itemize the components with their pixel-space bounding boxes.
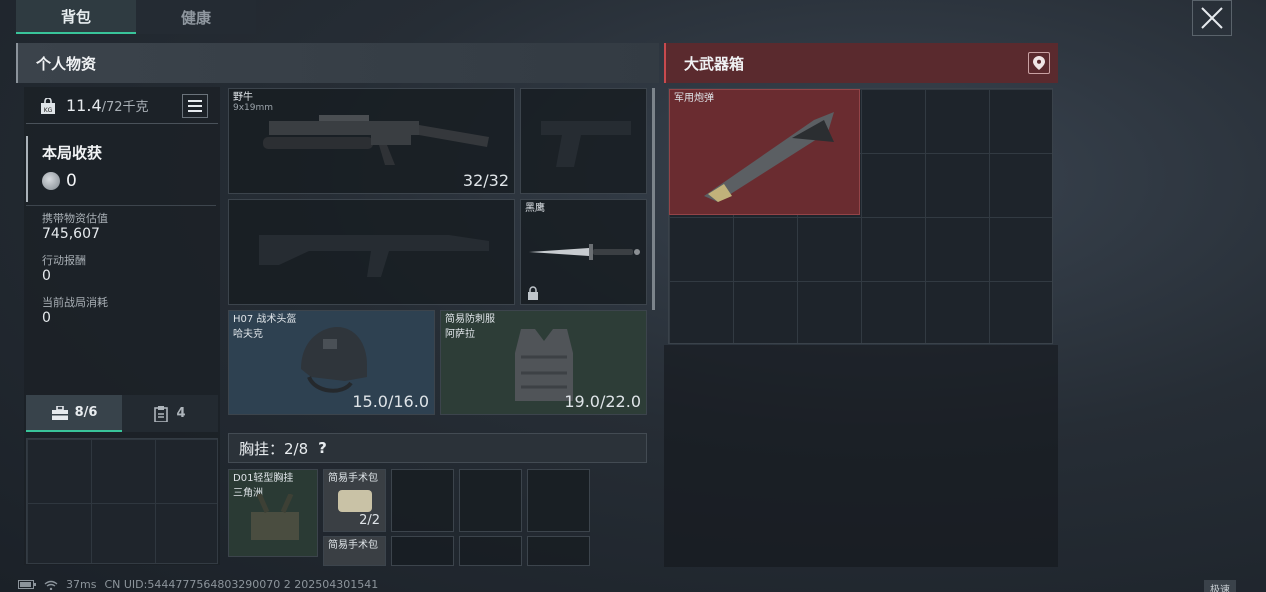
- weapon-crate-header: 大武器箱: [664, 43, 1058, 83]
- close-button[interactable]: [1192, 0, 1232, 36]
- weight-value: 11.4: [66, 96, 102, 115]
- armor-name: 简易防刺服: [445, 314, 495, 325]
- personal-supplies-header: 个人物资: [16, 43, 659, 83]
- smg-icon: [263, 115, 489, 165]
- crate-item[interactable]: 军用炮弹: [669, 89, 860, 215]
- scrollbar[interactable]: [652, 88, 655, 310]
- tab-health[interactable]: 健康: [136, 0, 256, 34]
- status-bar: 37ms CN UID:5444777564803290070 2 202504…: [18, 578, 378, 591]
- melee-name: 黑鹰: [525, 203, 545, 214]
- uid-text: CN UID:5444777564803290070 2 20250430154…: [104, 578, 379, 591]
- knife-icon: [529, 244, 640, 260]
- speed-badge: 极速: [1204, 580, 1236, 592]
- chest-rig-icon: [251, 494, 299, 540]
- vest-icon: [515, 329, 573, 401]
- crate-panel: [664, 345, 1058, 567]
- rig-empty-slot[interactable]: [459, 536, 522, 566]
- wifi-icon: [44, 580, 58, 590]
- rig-empty-slot[interactable]: [527, 469, 590, 532]
- weight-max: /72千克: [101, 100, 149, 115]
- armor-brand: 阿萨拉: [445, 329, 475, 340]
- secondary-weapon-slot[interactable]: [228, 199, 515, 305]
- ping-text: 37ms: [66, 578, 97, 591]
- help-icon[interactable]: ?: [318, 439, 327, 457]
- stat-consumption: 当前战局消耗 0: [42, 294, 108, 326]
- stat-label: 行动报酬: [42, 254, 86, 267]
- weight-icon: KG: [41, 97, 55, 114]
- primary-weapon-slot[interactable]: 野牛 9x19mm 32/32: [228, 88, 515, 194]
- close-icon: [1201, 7, 1223, 29]
- armor-slot[interactable]: 简易防刺服 阿萨拉 19.0/22.0: [440, 310, 647, 415]
- lock-icon: [528, 286, 538, 300]
- pistol-placeholder-icon: [541, 121, 631, 167]
- rig-empty-slot[interactable]: [527, 536, 590, 566]
- clipboard-count: 4: [176, 406, 186, 421]
- battery-icon: [18, 580, 36, 589]
- top-tabs: 背包 健康: [16, 0, 256, 34]
- haul-title: 本局收获: [42, 144, 103, 162]
- location-pin-icon: [1033, 56, 1045, 70]
- toolbox-grid[interactable]: [26, 438, 218, 564]
- rig-name: D01轻型胸挂: [233, 473, 294, 484]
- rig-empty-slot[interactable]: [459, 469, 522, 532]
- haul-panel: 本局收获 0: [26, 136, 218, 202]
- rig-item[interactable]: 简易手术包: [323, 536, 386, 566]
- item-name: 简易手术包: [328, 540, 378, 551]
- chest-rig-label: 胸挂：2/8: [239, 439, 309, 458]
- item-count: 2/2: [359, 513, 380, 528]
- rig-item[interactable]: 简易手术包 2/2: [323, 469, 386, 532]
- stat-reward: 行动报酬 0: [42, 252, 86, 284]
- armor-durability: 19.0/22.0: [564, 392, 641, 411]
- tab-backpack[interactable]: 背包: [16, 0, 136, 34]
- toolbox-count: 8/6: [74, 405, 98, 420]
- list-icon: [188, 100, 202, 112]
- clipboard-icon: [154, 405, 169, 422]
- divider: [26, 205, 216, 206]
- primary-weapon-ammo: 32/32: [462, 171, 509, 190]
- helmet-name: H07 战术头盔: [233, 314, 297, 325]
- svg-text:KG: KG: [44, 107, 53, 114]
- chest-rig-header: 胸挂：2/8 ?: [228, 433, 647, 463]
- rig-item[interactable]: D01轻型胸挂 三角洲: [228, 469, 318, 557]
- stat-label: 当前战局消耗: [42, 296, 108, 309]
- pistol-slot[interactable]: [520, 88, 647, 194]
- helmet-durability: 15.0/16.0: [352, 392, 429, 411]
- stat-value: 0: [42, 268, 51, 284]
- primary-weapon-name: 野牛: [233, 92, 253, 103]
- weight-indicator: KG 11.4/72千克: [26, 88, 218, 124]
- tab-toolbox[interactable]: 8/6: [26, 395, 122, 432]
- artillery-shell-icon: [704, 112, 834, 202]
- melee-slot[interactable]: 黑鹰: [520, 199, 647, 305]
- container-tabs: 8/6 4: [26, 395, 218, 432]
- stat-label: 携带物资估值: [42, 212, 108, 225]
- weapon-crate-title: 大武器箱: [684, 54, 745, 73]
- stat-estimated-value: 携带物资估值 745,607: [42, 210, 108, 242]
- tab-clipboard[interactable]: 4: [122, 395, 218, 432]
- list-button[interactable]: [182, 94, 208, 118]
- helmet-slot[interactable]: H07 战术头盔 哈夫克 15.0/16.0: [228, 310, 435, 415]
- rifle-placeholder-icon: [259, 235, 489, 277]
- coin-icon: [42, 172, 60, 190]
- helmet-brand: 哈夫克: [233, 329, 263, 340]
- stat-value: 0: [42, 310, 51, 326]
- stat-value: 745,607: [42, 226, 100, 242]
- rig-empty-slot[interactable]: [391, 536, 454, 566]
- surgery-kit-icon: [338, 490, 372, 512]
- item-name: 简易手术包: [328, 473, 378, 484]
- rig-empty-slot[interactable]: [391, 469, 454, 532]
- toolbox-icon: [51, 405, 68, 420]
- pin-button[interactable]: [1028, 52, 1050, 74]
- haul-value: 0: [66, 171, 77, 191]
